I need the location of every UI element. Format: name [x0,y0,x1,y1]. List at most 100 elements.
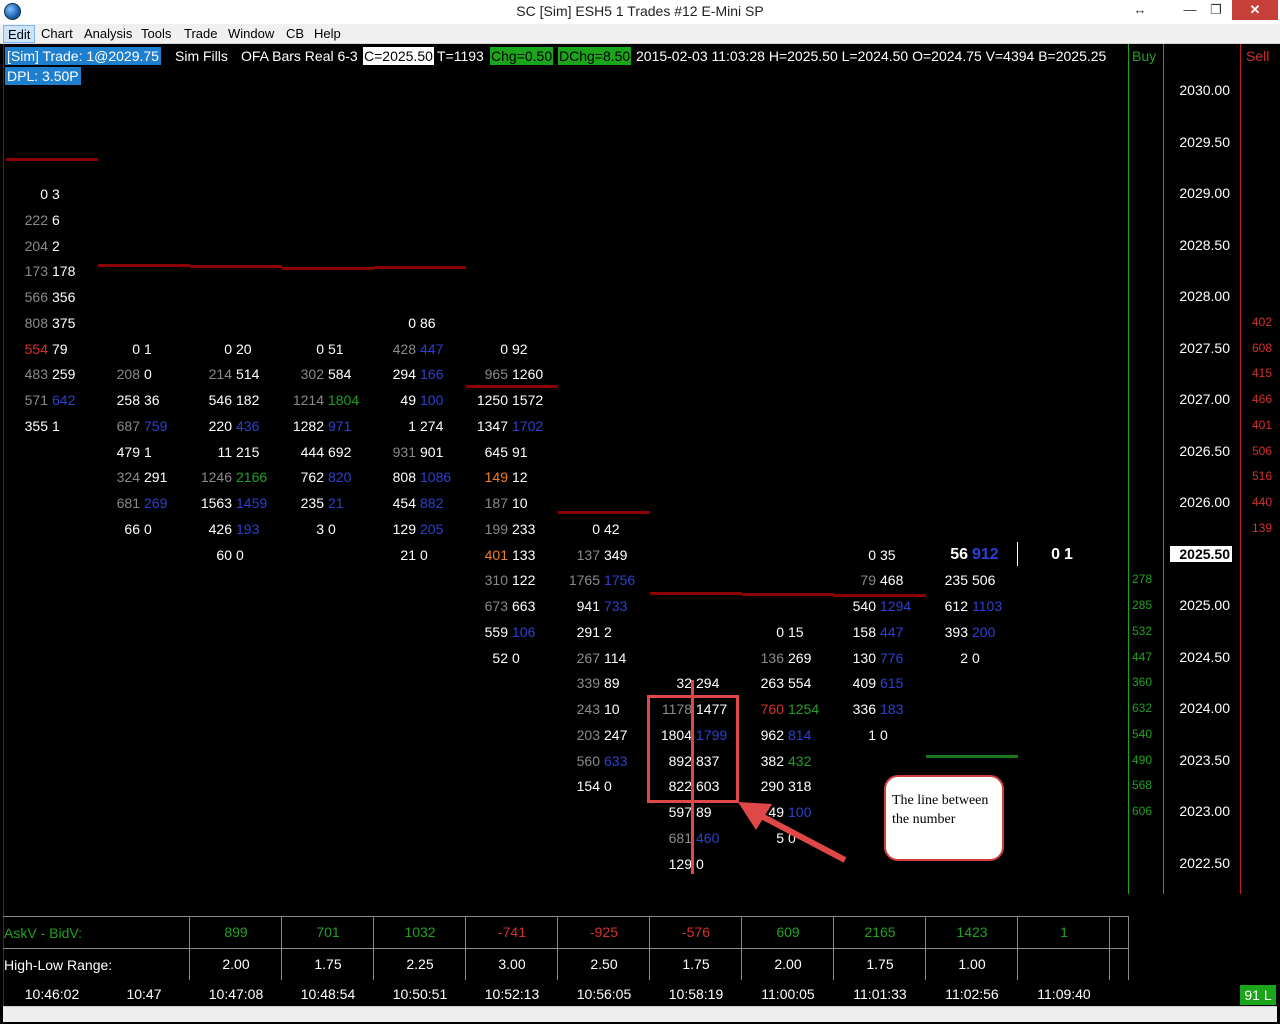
time-label: 10:56:05 [576,986,632,1002]
ask-volume: 269 [788,649,812,666]
askv-bidv-cell: -576 [681,924,711,940]
menu-tools[interactable]: Tools [137,25,175,43]
bid-volume: 302 [300,366,324,383]
restore-button[interactable]: ❐ [1206,0,1226,20]
ask-volume: 1804 [328,392,360,408]
buy-value: 490 [1131,752,1153,767]
ask-volume: 0 [328,520,336,537]
menu-bar: Edit Chart Analysis Tools Trade Window C… [0,24,1280,44]
menu-analysis[interactable]: Analysis [80,25,136,43]
high-low-cell: 2.00 [774,956,802,972]
ask-volume: 2 [604,623,612,640]
ask-volume: 901 [420,443,444,460]
tick-count: T=1193 [437,48,484,64]
menu-edit[interactable]: Edit [3,25,36,43]
level-line [6,158,98,161]
ask-volume: 106 [512,623,536,640]
table-divider [1017,916,1018,980]
price-label: 2025.00 [1179,597,1230,613]
price-label: 2027.50 [1179,339,1230,356]
bid-volume: 310 [484,572,508,589]
bid-volume: 1250 [476,392,508,408]
menu-cb[interactable]: CB [282,25,308,43]
table-divider [741,916,742,980]
askv-bidv-cell: 1032 [404,924,436,940]
ask-volume: 0 [144,520,152,537]
bid-volume: 203 [576,726,600,743]
menu-chart[interactable]: Chart [37,25,77,43]
ask-volume: 205 [420,520,444,537]
bid-volume: 479 [116,443,140,460]
ask-volume: 291 [144,469,168,486]
bid-volume: 267 [576,649,600,666]
bid-volume: 258 [116,392,140,408]
move-icon[interactable]: ↔ [1130,0,1150,20]
ask-volume: 820 [328,469,352,486]
buy-divider [1128,44,1129,894]
bid-volume: 0 [500,340,508,357]
bid-volume: 762 [300,469,324,486]
buy-value: 447 [1131,649,1153,664]
high-low-cell: 1.75 [314,956,342,972]
bid-volume: 454 [392,495,416,511]
ask-volume: 615 [880,675,904,692]
bid-volume: 0 [776,623,784,640]
askv-bidv-cell: -925 [589,924,619,940]
time-label: 10:47 [126,986,162,1002]
ask-volume: 0 [512,649,520,666]
bid-volume: 540 [852,598,876,614]
table-divider [465,916,466,980]
minimize-button[interactable]: — [1180,0,1200,20]
bid-volume: 409 [852,675,876,692]
bid-volume: 808 [392,469,416,486]
annotation-callout: The line between the number [884,775,1004,861]
level-line [742,593,834,596]
bid-volume: 339 [576,675,600,692]
annotation-arrow-icon [738,802,847,863]
ask-volume: 89 [604,675,620,692]
bid-volume: 208 [116,366,140,383]
bid-volume: 566 [24,289,48,305]
ask-volume: 1702 [512,417,544,434]
price-label: 2028.00 [1179,288,1230,304]
price-label: 2029.50 [1179,133,1230,150]
close-button[interactable]: ✕ [1232,0,1278,20]
bid-volume: 187 [484,495,508,511]
bid-volume: 560 [576,752,600,769]
ask-volume: 178 [52,263,76,280]
bid-volume: 931 [392,443,416,460]
horizontal-scrollbar[interactable] [3,1006,1277,1022]
ask-volume: 100 [420,392,444,408]
high-low-cell: 1.75 [682,956,710,972]
sell-value: 440 [1251,495,1273,509]
sell-value: 401 [1251,417,1273,432]
bid-volume: 235 [944,572,968,589]
menu-help[interactable]: Help [310,25,345,43]
ask-volume: 663 [512,598,536,614]
bid-volume: 49 [400,392,416,408]
time-label: 11:02:56 [945,986,999,1002]
bid-volume: 597 [668,804,692,820]
ask-volume: 776 [880,649,904,666]
buy-value: 360 [1131,675,1153,690]
ask-volume: 10 [604,701,620,717]
askv-bidv-cell: 701 [316,924,340,940]
bar-stats: 2015-02-03 11:03:28 H=2025.50 L=2024.50 … [636,48,1107,64]
price-label: 2026.50 [1179,442,1230,459]
ask-volume: 122 [512,572,536,589]
ask-volume: 274 [420,417,444,434]
ask-volume: 514 [236,366,260,383]
ask-volume: 215 [236,443,260,460]
bid-volume: 687 [116,417,140,434]
menu-window[interactable]: Window [224,25,278,43]
buy-value: 606 [1131,804,1153,818]
ask-volume: 91 [512,443,528,460]
buy-value: 632 [1131,701,1153,715]
daily-change-value: DChg=8.50 [558,47,632,65]
menu-trade[interactable]: Trade [180,25,221,43]
window-title: SC [Sim] ESH5 1 Trades #12 E-Mini SP [516,3,764,19]
level-line-green [926,755,1018,758]
bid-volume: 428 [392,340,416,357]
bid-volume: 426 [208,520,232,537]
bid-volume: 612 [944,598,968,614]
